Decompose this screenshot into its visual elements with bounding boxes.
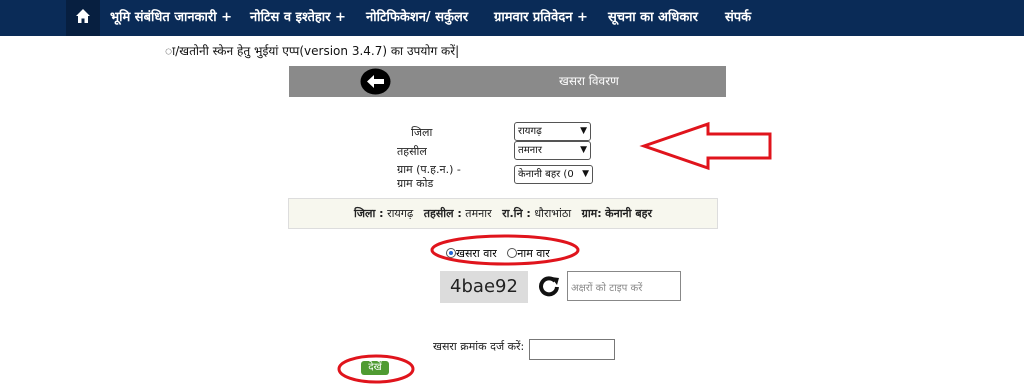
page-title: खसरा विवरण [559, 74, 619, 88]
village-code-label: ग्राम कोड [397, 177, 434, 190]
tehsil-label: तहसील [397, 145, 427, 158]
name-wise-label: नाम वार [517, 247, 550, 260]
app-notice-text: ा/खतोनी स्केन हेतु भुईयां एप्प(version 3… [165, 44, 460, 58]
khasra-number-input[interactable] [529, 339, 615, 360]
village-select[interactable]: केनानी बहर (0 ▼ [514, 165, 593, 184]
khasra-wise-label: खसरा वार [456, 247, 497, 260]
district-select[interactable]: रायगढ़ ▼ [514, 122, 591, 141]
chevron-down-icon: ▼ [580, 126, 587, 136]
chevron-down-icon: ▼ [580, 145, 587, 155]
tehsil-select[interactable]: तमनार ▼ [514, 141, 591, 160]
chevron-down-icon: ▼ [582, 169, 589, 179]
refresh-icon [539, 276, 559, 297]
name-wise-radio[interactable] [507, 248, 518, 258]
khasra-number-label: खसरा क्रमांक दर्ज करें: [433, 340, 525, 353]
home-icon [76, 9, 90, 23]
nav-item-rti[interactable]: सूचना का अधिकार [608, 0, 698, 36]
nav-item-notices[interactable]: नोटिस व इश्तेहार + [250, 0, 346, 36]
annotation-overlay [337, 121, 772, 384]
red-arrow-annotation [639, 121, 772, 171]
back-button[interactable] [360, 68, 391, 95]
nav-item-land-info[interactable]: भूमि संबंधित जानकारी + [110, 0, 232, 36]
selection-summary: जिला : रायगढ़ तहसील : तमनार रा.नि : धौरा… [288, 198, 718, 229]
back-arrow-icon [360, 68, 391, 95]
view-button[interactable]: देखें [361, 361, 389, 375]
captcha-image: 4bae92 [440, 271, 528, 303]
nav-item-contact[interactable]: संपर्क [725, 0, 751, 36]
nav-item-notifications[interactable]: नोटिफिकेशन/ सर्कुलर [366, 0, 468, 36]
district-label: जिला [411, 126, 433, 139]
nav-item-village-report[interactable]: ग्रामवार प्रतिवेदन + [494, 0, 588, 36]
top-navigation-bar: भूमि संबंधित जानकारी + नोटिस व इश्तेहार … [0, 0, 1024, 36]
captcha-input[interactable]: अक्षरों को टाइप करें [567, 271, 681, 301]
village-label: ग्राम (प.ह.न.) - [397, 163, 461, 176]
search-mode-group: खसरा वार नाम वार [446, 246, 550, 261]
home-button[interactable] [66, 0, 100, 36]
khasra-wise-radio[interactable] [446, 248, 456, 258]
khasra-details-header: खसरा विवरण [289, 66, 726, 97]
refresh-captcha-button[interactable] [538, 275, 560, 301]
